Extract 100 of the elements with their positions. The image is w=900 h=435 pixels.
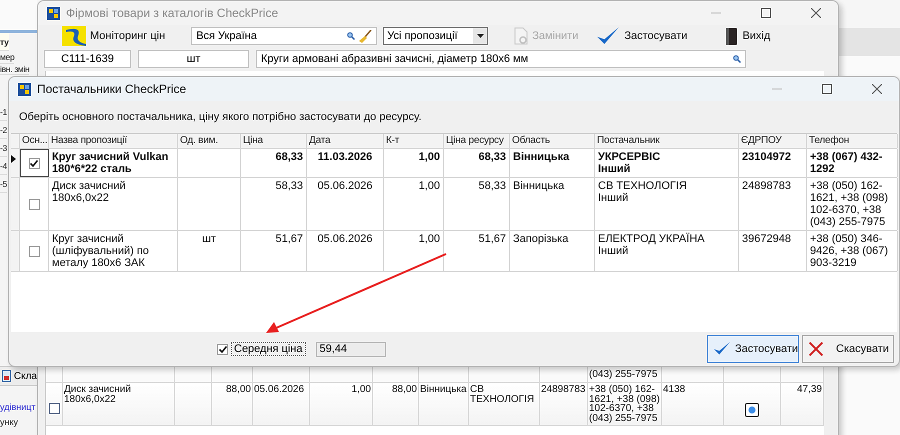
table-cell-text: 88,00 — [392, 385, 417, 395]
exit-button[interactable]: Вихід — [719, 26, 776, 46]
column-header[interactable]: Ціна — [241, 134, 307, 148]
apply-button[interactable]: Застосувати — [707, 335, 799, 363]
document-icon — [2, 370, 11, 382]
column-header[interactable]: Осн... — [20, 134, 49, 148]
window-title: Фірмові товари з каталогів CheckPrice — [66, 6, 280, 20]
warehouse-button[interactable]: Скла — [0, 366, 37, 386]
instruction-text: Оберіть основного постачальника, ціну якого потрібно застосувати до ресурсу. — [18, 110, 423, 125]
minimize-icon — [711, 12, 721, 14]
row-pointer-icon — [11, 155, 16, 163]
table-cell-text: 47,39 — [796, 385, 822, 395]
table-cell-text: (043) 255-7975 — [589, 370, 658, 380]
link[interactable]: удівницт — [0, 400, 37, 414]
table-cell-text: 24898783 — [742, 180, 791, 192]
table-cell-text: 23104972 — [742, 151, 791, 163]
column-header[interactable]: Од. вим. — [178, 134, 241, 148]
row-label: -2 — [0, 121, 7, 139]
column-header[interactable]: Телефон — [807, 134, 898, 148]
checkbox[interactable] — [217, 344, 228, 354]
region-field[interactable]: Вся Україна — [191, 27, 378, 45]
row-header-cell[interactable] — [11, 231, 20, 271]
table-cell-text: 05.06.2026 — [317, 180, 373, 192]
column-header[interactable]: Постачальник — [595, 134, 739, 148]
supplier-name: УКРСЕРВІС — [598, 151, 660, 163]
table-cell-text: 05.06.2026 — [317, 233, 373, 245]
checkmark-icon — [713, 341, 731, 357]
average-price-field: 59,44 — [316, 342, 386, 356]
row-label: -5 — [0, 175, 7, 193]
caret-icon — [476, 34, 484, 38]
average-price-label[interactable]: Середня ціна — [231, 342, 306, 356]
table-cell-text: Вінницька — [513, 151, 570, 163]
description-field[interactable]: Круги армовані абразивні зачисні, діаметр 180х6 мм — [256, 50, 746, 68]
search-icon[interactable] — [733, 55, 741, 63]
column-header[interactable]: Дата — [307, 134, 384, 148]
close-icon — [872, 84, 882, 94]
table-cell-text: 11.03.2026 — [318, 151, 372, 163]
checkbox[interactable] — [48, 403, 60, 414]
checkbox[interactable] — [28, 158, 40, 168]
table-cell-text: 1,00 — [418, 151, 440, 163]
cancel-button[interactable]: Скасувати — [802, 335, 894, 363]
table-cell-text: 1,00 — [418, 233, 440, 245]
checkbox[interactable] — [28, 198, 40, 210]
table-cell-text: Диск зачисний 180х6,0х22 — [64, 385, 132, 404]
table-cell-text: +38 (050) 162-1621, +38 (098) 102-6370, +38 (043) 255-7975 — [810, 180, 889, 228]
code-field[interactable]: С111-1639 — [44, 50, 131, 68]
checkbox[interactable] — [28, 246, 40, 256]
maximize-icon — [761, 8, 771, 18]
book-icon — [725, 26, 738, 46]
table-cell-text: 88,00 — [226, 385, 251, 395]
column-header[interactable]: Область — [510, 134, 595, 148]
table-cell-text: 68,33 — [478, 151, 506, 163]
table-cell-text: 39672948 — [742, 233, 791, 245]
unit-field[interactable]: шт — [138, 50, 249, 68]
table-row[interactable]: Круг зачисний Vulkan 180*6*22 сталь 68,33 11.03.2026 1,00 68,33 Вінницька УКРСЕРВІС Інший 23104972 +38 (067) 432-1292 — [11, 149, 897, 178]
table-cell-text: шт — [202, 233, 216, 245]
price-monitoring-button[interactable]: Моніторинг цін — [56, 26, 172, 46]
document-gear-icon — [514, 27, 528, 45]
apply-button[interactable]: Застосувати — [590, 26, 694, 46]
table-cell-text: +38 (067) 432-1292 — [810, 151, 884, 175]
column-header[interactable]: Ціна ресурсу — [444, 134, 510, 148]
broom-icon[interactable] — [358, 30, 372, 42]
table-cell-text: 4138 — [663, 385, 686, 395]
table-cell-text: Диск зачисний 180х6,0х22 — [52, 180, 127, 204]
table-row[interactable]: Круг зачисний (шліфувальний) по металу 180х6 ЗАК шт 51,67 05.06.2026 1,00 51,67 Запорізька ЕЛЕКТРОД УКРАЇНА Інший 39672948 +38 (050) 346-9426, +38 (067) 903-3219 — [11, 231, 897, 272]
search-icon[interactable] — [347, 32, 356, 40]
app-logo-icon — [18, 82, 31, 96]
table-cell-text: 24898783 — [541, 385, 586, 395]
row-label: -3 — [0, 139, 7, 157]
table-cell-text: 1,00 — [418, 180, 440, 192]
row-header-cell[interactable] — [11, 178, 20, 230]
offers-dropdown[interactable]: Усі пропозиції — [383, 27, 488, 45]
table-cell-text: 58,33 — [275, 180, 303, 192]
table-cell-text: 51,67 — [478, 233, 506, 245]
table-cell-text: Круг зачисний (шліфувальний) по металу 180х6 ЗАК — [52, 233, 150, 269]
column-header[interactable]: Назва пропозиції — [49, 134, 178, 148]
table-cell-text: 1,00 — [352, 385, 371, 395]
text-label: унку — [0, 416, 20, 429]
row-label: -4 — [0, 157, 7, 175]
column-header[interactable]: К-т — [384, 134, 444, 148]
table-cell-text: Запорізька — [513, 233, 568, 245]
table-cell-text: 05.06.2026 — [254, 385, 304, 395]
table-cell-text: 68,33 — [275, 151, 303, 163]
row-label: -1 — [0, 103, 7, 121]
supplier-name: ЕЛЕКТРОД УКРАЇНА — [598, 233, 705, 245]
table-cell-text: +38 (050) 346-9426, +38 (067) 903-3219 — [810, 233, 889, 269]
row-header-cell[interactable] — [11, 149, 20, 177]
column-header[interactable]: ЄДРПОУ — [739, 134, 807, 148]
logo-icon — [62, 26, 86, 46]
row-label: мер — [0, 51, 14, 64]
app-logo-icon — [47, 6, 60, 20]
table-cell-text: +38 (050) 162-1621, +38 (098) 102-6370, +38 (043) 255-7975 — [589, 385, 660, 424]
close-icon — [811, 8, 821, 18]
maximize-icon — [822, 84, 832, 94]
supplier-type: Інший — [598, 245, 628, 257]
supplier-name: СВ ТЕХНОЛОГІЯ — [598, 180, 687, 192]
table-cell-text: 58,33 — [478, 180, 506, 192]
table-cell-text: СВ ТЕХНОЛОГІЯ — [470, 385, 536, 404]
table-row[interactable]: Диск зачисний 180х6,0х22 58,33 05.06.2026 1,00 58,33 Вінницька СВ ТЕХНОЛОГІЯ Інший 24898783 +38 (050) 162-1621, +38 (098) 102-6370, +38 (043) 255-7975 — [11, 178, 897, 231]
browser-icon[interactable] — [745, 403, 759, 417]
